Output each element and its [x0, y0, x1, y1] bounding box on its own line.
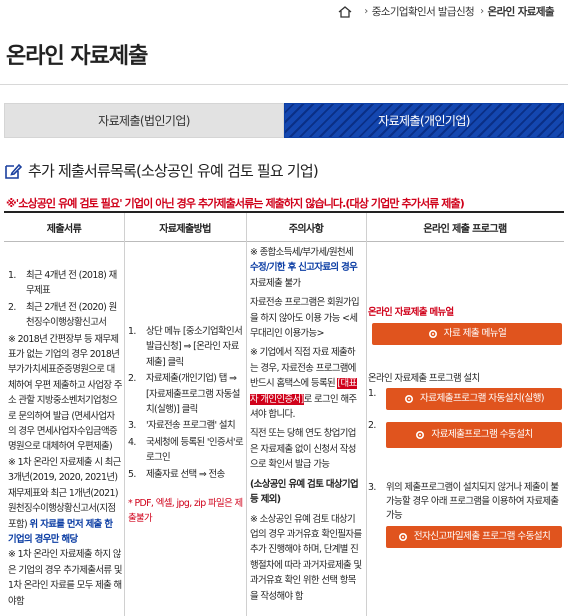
caution-text: (소상공인 유예 검토 대상기업 등 제외): [250, 478, 359, 506]
column-divider: [246, 213, 247, 616]
breadcrumb-separator: ›: [364, 6, 368, 17]
divider: [0, 84, 568, 85]
gear-icon: [405, 394, 414, 404]
list-item: 3. '자료전송 프로그램' 설치: [128, 420, 236, 432]
caution-text: ※ 소상공인 유예 검토 대상기업의 경우 과거유효 확인필자를 추가 진행해야…: [250, 513, 362, 602]
note-text: ※ 1차 온라인 자료제출 시 최근 3개년(2019, 2020, 2021년…: [8, 456, 121, 545]
list-item: 2. 자료제출(개인기업) 탭 ⇒ [자료제출프로그램 자동설치(실행)] 클릭: [128, 373, 240, 416]
list-item: 1. 상단 메뉴 [중소기업확인서 발급신청] ⇒ [온라인 자료제출] 클릭: [128, 326, 243, 368]
column-divider: [366, 213, 367, 616]
breadcrumb-separator: ›: [480, 6, 484, 17]
header-divider: [4, 241, 564, 242]
breadcrumb: › 중소기업확인서 발급신청 › 온라인 자료제출: [338, 4, 555, 19]
method-cell: 1. 상단 메뉴 [중소기업확인서 발급신청] ⇒ [온라인 자료제출] 클릭 2…: [128, 324, 246, 527]
section-title-text: 추가 제출서류목록(소상공인 유예 검토 필요 기업): [28, 162, 319, 180]
install-title: 온라인 자료제출 프로그램 설치: [368, 373, 480, 384]
list-item: 5. 제출자료 선택 ⇒ 전송: [128, 468, 225, 480]
documents-cell: 1. 최근 4개년 전 (2018) 재무제표 2. 최근 2개년 전 (2020)…: [8, 268, 122, 609]
header-program: 온라인 제출 프로그램: [423, 223, 507, 235]
page-title: 온라인 자료제출: [6, 44, 148, 69]
gear-icon: [428, 329, 437, 339]
tab-bar: 자료제출(법인기업) 자료제출(개인기업): [4, 103, 564, 138]
column-divider: [124, 213, 125, 616]
header-method: 자료제출방법: [159, 223, 211, 235]
auto-install-button[interactable]: 자료제출프로그램 자동설치(실행): [386, 388, 562, 410]
breadcrumb-current: 온라인 자료제출: [487, 6, 555, 18]
caution-text: ※ 기업에서 직접 자료 제출하는 경우, 자료전송 프로그램에 반드시 홈택스…: [250, 347, 357, 421]
home-icon[interactable]: [338, 5, 352, 18]
list-item: 2. 최근 2개년 전 (2020) 원천징수이행상황신고서: [8, 301, 117, 329]
gear-icon: [416, 430, 425, 440]
manual-button[interactable]: 자료 제출 메뉴얼: [372, 323, 562, 345]
list-item: 4. 국세청에 등록된 '인증서'로 로그인: [128, 436, 244, 464]
caution-text: ※ 종합소득세/부가세/원천세 수정/기한 후 신고자료의 경우 자료제출 불가: [250, 247, 358, 289]
note-text: ※ 2018년 간편장부 등 재무제표가 없는 기업의 경우 2018년 부가가…: [8, 333, 122, 453]
header-documents: 제출서류: [46, 223, 82, 235]
pencil-icon: [5, 163, 22, 179]
notice-text: ※'소상공인 유예 검토 필요' 기업이 아닌 경우 추가제출서류는 제출하지 …: [6, 197, 465, 210]
list-item: 1. 최근 4개년 전 (2018) 재무제표: [8, 270, 117, 297]
manual-title: 온라인 자료제출 메뉴얼: [368, 307, 454, 318]
caution-text: 자료전송 프로그램은 회원가입을 하지 않아도 이용 가능 <세무대리인 이용가…: [250, 297, 360, 340]
install-row-3: 3. 위의 제출프로그램이 설치되지 않거나 제출이 불가능할 경우 아래 프로…: [368, 482, 559, 521]
efile-install-button[interactable]: 전자신고파일제출 프로그램 수동설치: [386, 526, 562, 548]
note-text: ※ 1차 온라인 자료제출 하지 않은 기업의 경우 추가제출서류 및 1차 온…: [8, 549, 122, 607]
gear-icon: [398, 532, 407, 542]
breadcrumb-item-issue[interactable]: 중소기업확인서 발급신청: [372, 4, 475, 19]
file-format-note: * PDF, 엑셀, jpg, zip 파일은 제출불가: [128, 498, 243, 525]
manual-install-button[interactable]: 자료제출프로그램 수동설치: [386, 422, 562, 448]
section-title: 추가 제출서류목록(소상공인 유예 검토 필요 기업): [4, 160, 319, 181]
caution-text: 직전 또는 당해 연도 창업기업은 자료제출 없이 신청서 작성으로 확인서 발…: [250, 428, 356, 471]
tab-individual[interactable]: 자료제출(개인기업): [284, 103, 564, 138]
caution-cell: ※ 종합소득세/부가세/원천세 수정/기한 후 신고자료의 경우 자료제출 불가…: [250, 245, 362, 604]
tab-corporate[interactable]: 자료제출(법인기업): [4, 103, 284, 138]
header-caution: 주의사항: [288, 223, 324, 235]
